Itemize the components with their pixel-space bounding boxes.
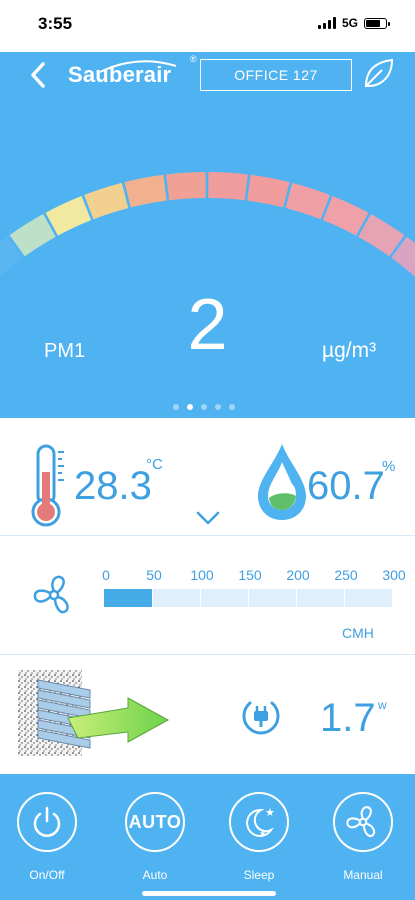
airflow-scale-label: 200 <box>286 567 310 583</box>
svg-text:★: ★ <box>259 829 266 838</box>
pm-unit: µg/m³ <box>322 339 377 362</box>
temperature-unit: °C <box>146 456 163 473</box>
network-label: 5G <box>341 16 358 30</box>
airflow-scale: 0 50 100 150 200 250 300 <box>102 567 406 583</box>
signal-icon <box>317 17 336 29</box>
auto-button[interactable]: AUTO Auto <box>120 792 190 882</box>
status-indicators: 5G <box>317 16 390 30</box>
airflow-tick <box>296 589 297 607</box>
page-dot[interactable] <box>173 404 179 410</box>
humidity-value: 60.7 <box>307 464 385 508</box>
power-row: 1.7 w <box>0 656 415 774</box>
airflow-row: 0 50 100 150 200 250 300 CMH <box>0 537 415 655</box>
power-value: 1.7 <box>320 696 376 740</box>
airflow-scale-label: 50 <box>146 567 162 583</box>
status-bar: 3:55 5G <box>0 0 415 52</box>
power-icon[interactable] <box>17 792 77 852</box>
airflow-unit: CMH <box>342 625 374 641</box>
sleep-button[interactable]: ★ ★ Sleep <box>224 792 294 882</box>
power-plug-icon <box>242 701 280 735</box>
mode-bar: On/Off AUTO Auto ★ ★ Sleep Manual <box>0 774 415 900</box>
power-unit: w <box>378 698 387 712</box>
gauge-segment <box>124 174 167 208</box>
gauge-segment <box>166 172 206 201</box>
location-selector[interactable]: OFFICE 127 <box>200 59 352 91</box>
page-dot[interactable] <box>215 404 221 410</box>
registered-mark: ® <box>190 54 197 64</box>
page-indicator[interactable] <box>173 404 235 410</box>
on-off-label: On/Off <box>29 868 65 882</box>
sleep-label: Sleep <box>243 868 275 882</box>
temperature-value: 28.3 <box>74 464 152 508</box>
air-quality-panel[interactable]: Sauberair ® OFFICE 127 PM1 2 µg/m³ <box>0 52 415 418</box>
gauge-segment <box>322 196 369 236</box>
gauge-segment <box>84 182 129 220</box>
airflow-scale-label: 0 <box>102 567 110 583</box>
airflow-tick <box>344 589 345 607</box>
home-indicator <box>142 891 276 896</box>
status-time: 3:55 <box>38 14 73 33</box>
gauge-segment <box>208 172 248 201</box>
gauge-segment <box>285 182 330 220</box>
sensor-row: 28.3 °C 60.7 % <box>0 418 415 536</box>
fan-icon <box>33 575 69 614</box>
manual-label: Manual <box>343 868 383 882</box>
auto-icon[interactable]: AUTO <box>125 792 185 852</box>
airflow-tick <box>152 589 153 607</box>
leaf-icon[interactable] <box>360 56 396 92</box>
airflow-tick <box>200 589 201 607</box>
auto-badge: AUTO <box>128 811 182 832</box>
auto-label: Auto <box>142 868 168 882</box>
airflow-slider[interactable] <box>104 589 392 607</box>
battery-icon <box>364 17 390 29</box>
airflow-scale-label: 300 <box>382 567 406 583</box>
chevron-down-icon[interactable] <box>195 510 221 526</box>
moon-stars-icon[interactable]: ★ ★ <box>229 792 289 852</box>
page-dot[interactable] <box>229 404 235 410</box>
fan-icon[interactable] <box>333 792 393 852</box>
filter-illustration <box>18 670 170 756</box>
airflow-tick <box>248 589 249 607</box>
airflow-fill <box>104 589 152 607</box>
svg-text:★: ★ <box>265 806 275 819</box>
airflow-scale-label: 250 <box>334 567 358 583</box>
brand-logo: Sauberair <box>68 62 172 87</box>
humidity-drop-icon <box>258 444 306 520</box>
airflow-scale-label: 150 <box>238 567 262 583</box>
thermometer-icon <box>31 444 64 527</box>
back-icon[interactable] <box>26 60 52 90</box>
airflow-scale-label: 100 <box>190 567 214 583</box>
humidity-unit: % <box>382 458 396 475</box>
gauge-segment <box>45 196 92 236</box>
page-dot[interactable] <box>201 404 207 410</box>
page-dot-active[interactable] <box>187 404 193 410</box>
pm-gauge <box>0 172 415 277</box>
manual-button[interactable]: Manual <box>328 792 398 882</box>
gauge-segment <box>247 174 290 208</box>
on-off-button[interactable]: On/Off <box>12 792 82 882</box>
